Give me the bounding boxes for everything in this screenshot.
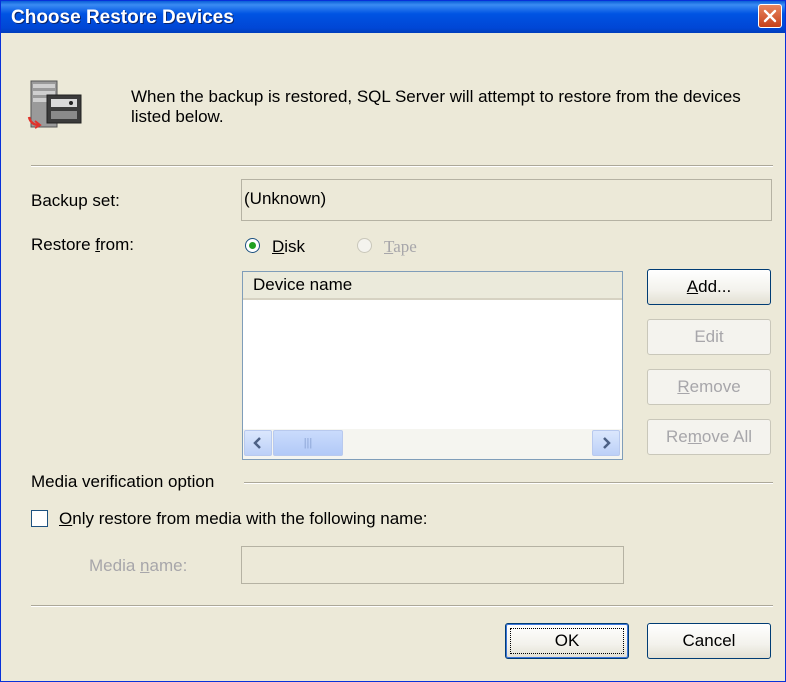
media-name-label: Media name:	[89, 556, 188, 575]
server-restore-icon	[27, 80, 82, 129]
backup-set-label: Backup set:	[31, 191, 120, 210]
tape-radio-label[interactable]: Tape	[384, 237, 417, 257]
media-verification-group-label: Media verification option	[31, 472, 215, 491]
remove-all-button[interactable]: Remove All	[647, 419, 771, 455]
scroll-right-button[interactable]	[592, 430, 620, 456]
tape-radio[interactable]	[357, 238, 372, 253]
ok-button[interactable]: OK	[505, 623, 629, 659]
cancel-button[interactable]: Cancel	[647, 623, 771, 659]
backup-set-value: (Unknown)	[244, 189, 327, 208]
media-name-input[interactable]	[241, 546, 624, 584]
add-button[interactable]: Add...	[647, 269, 771, 305]
scroll-left-button[interactable]	[244, 430, 272, 456]
dialog-title: Choose Restore Devices	[11, 7, 234, 28]
device-list[interactable]: Device name |||	[242, 271, 623, 460]
horizontal-scrollbar[interactable]: |||	[243, 429, 622, 459]
backup-set-field: (Unknown)	[241, 179, 772, 221]
focus-rect	[510, 628, 624, 654]
scroll-right-icon	[603, 437, 611, 449]
device-name-column-header[interactable]: Device name	[243, 272, 622, 300]
edit-button[interactable]: Edit	[647, 319, 771, 355]
close-button[interactable]	[758, 4, 782, 28]
media-verification-separator	[244, 482, 773, 484]
disk-radio[interactable]	[245, 238, 260, 253]
dialog-window: Choose Restore Devices When the backup i…	[0, 0, 786, 682]
remove-button[interactable]: Remove	[647, 369, 771, 405]
disk-radio-label[interactable]: Disk	[272, 237, 305, 257]
title-bar[interactable]: Choose Restore Devices	[1, 1, 785, 33]
radio-selected-dot	[249, 242, 256, 249]
only-restore-media-checkbox[interactable]	[31, 510, 48, 527]
close-icon	[763, 9, 777, 23]
scroll-left-icon	[253, 437, 261, 449]
device-name-header-label: Device name	[253, 275, 353, 294]
only-restore-media-label[interactable]: Only restore from media with the followi…	[59, 509, 428, 529]
header-separator	[31, 165, 773, 167]
restore-from-label: Restore from:	[31, 235, 134, 254]
scroll-grip-icon: |||	[303, 437, 313, 449]
footer-separator	[31, 605, 773, 607]
scroll-thumb[interactable]: |||	[273, 430, 343, 456]
intro-text: When the backup is restored, SQL Server …	[131, 87, 741, 126]
